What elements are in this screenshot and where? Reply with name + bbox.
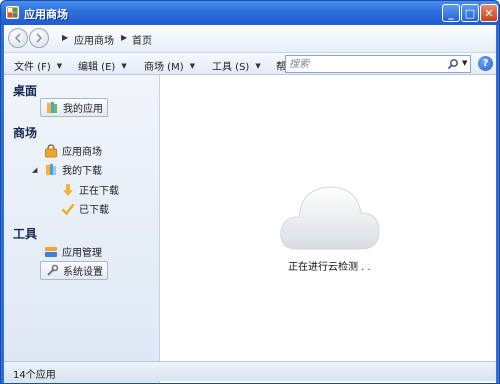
- menu-toolbar: 文件 (F)▼ 编辑 (E)▼ 商场 (M)▼ 工具 (S)▼ 帮 ▼: [4, 53, 496, 75]
- sidebar-item-label: 我的下载: [62, 166, 102, 177]
- forward-arrow-icon: [36, 33, 43, 43]
- wrench-icon: [45, 264, 59, 278]
- section-tools: 工具: [13, 227, 38, 241]
- sidebar-item-downloaded[interactable]: 已下载: [57, 199, 113, 218]
- shopping-bag-icon: [44, 143, 58, 158]
- app-count: 14个应用: [13, 370, 56, 381]
- minimize-button[interactable]: _: [442, 4, 460, 22]
- breadcrumb-home[interactable]: 首页: [132, 32, 152, 47]
- menu-tools-label: 工具 (S): [212, 62, 250, 73]
- cloud-check-status: 正在进行云检测 . .: [288, 262, 371, 273]
- title-bar[interactable]: 应用商场 _ □ ✕: [1, 1, 499, 25]
- app-grid-icon: [6, 6, 19, 19]
- maximize-button[interactable]: □: [461, 4, 479, 22]
- sidebar-item-label: 应用管理: [62, 248, 102, 259]
- search-box[interactable]: ▼: [285, 55, 471, 73]
- breadcrumb-separator-icon: ▶: [121, 33, 128, 42]
- menu-tools[interactable]: 工具 (S) ▼: [212, 58, 261, 74]
- sidebar-item-label: 我的应用: [63, 104, 103, 115]
- chevron-down-icon: ▼: [56, 61, 63, 70]
- sidebar-item-label: 系统设置: [63, 267, 103, 278]
- breadcrumb-store[interactable]: 应用商场: [74, 32, 114, 47]
- sidebar-item-app-manager[interactable]: 应用管理: [40, 242, 106, 261]
- sidebar-item-my-apps[interactable]: 我的应用: [40, 98, 108, 117]
- window-title: 应用商场: [24, 8, 68, 21]
- sidebar: 桌面 我的应用 商场 应用商场 ◢ 我的下载 正在下载 已下载 工具 应用管理 …: [4, 75, 160, 383]
- menu-edit[interactable]: 编辑 (E) ▼: [78, 58, 127, 74]
- app-window: 应用商场 _ □ ✕ ▶ 应用商场 ▶ 首页 文件 (F) ▼ 编辑 (E) ▼…: [0, 0, 500, 384]
- section-store: 商场: [13, 126, 38, 140]
- search-dropdown-icon[interactable]: ▼: [462, 59, 467, 67]
- download-arrow-icon: [61, 183, 75, 197]
- chevron-down-icon: ▼: [121, 61, 127, 70]
- breadcrumb-separator-icon: ▶: [62, 33, 69, 42]
- menu-store-label: 商场 (M): [144, 62, 184, 73]
- menu-file-label: 文件 (F): [14, 62, 51, 73]
- sidebar-item-my-downloads[interactable]: 我的下载: [40, 160, 106, 179]
- back-arrow-icon: [14, 33, 21, 43]
- menu-store[interactable]: 商场 (M) ▼: [144, 58, 195, 74]
- sidebar-item-system-settings[interactable]: 系统设置: [40, 261, 108, 280]
- client-area: ▶ 应用商场 ▶ 首页 文件 (F) ▼ 编辑 (E) ▼ 商场 (M) ▼ 工具 (…: [4, 25, 496, 383]
- app-manager-icon: [44, 245, 58, 259]
- sidebar-item-app-store[interactable]: 应用商场: [40, 141, 106, 160]
- status-bar: 14个应用: [4, 361, 496, 381]
- checkmark-icon: [61, 202, 75, 216]
- address-bar: ▶ 应用商场 ▶ 首页: [4, 25, 496, 53]
- sidebar-item-label: 应用商场: [62, 147, 102, 158]
- chevron-down-icon: ▼: [255, 61, 261, 70]
- menu-edit-label: 编辑 (E): [78, 62, 116, 73]
- help-icon[interactable]: ?: [478, 56, 493, 71]
- section-desktop: 桌面: [13, 84, 38, 98]
- search-input[interactable]: [289, 57, 439, 71]
- tree-expand-icon[interactable]: ◢: [32, 166, 37, 174]
- search-icon[interactable]: [447, 58, 459, 70]
- my-apps-icon: [45, 101, 59, 115]
- back-button[interactable]: [8, 28, 28, 48]
- downloads-folder-icon: [44, 163, 58, 177]
- sidebar-item-label: 正在下载: [79, 186, 119, 197]
- forward-button[interactable]: [29, 28, 49, 48]
- cloud-icon: [275, 173, 385, 259]
- menu-file[interactable]: 文件 (F) ▼: [14, 58, 63, 74]
- sidebar-item-label: 已下载: [79, 205, 109, 216]
- main-content: 正在进行云检测 . .: [160, 75, 496, 383]
- close-button[interactable]: ✕: [480, 4, 498, 22]
- chevron-down-icon: ▼: [189, 61, 195, 70]
- sidebar-item-downloading[interactable]: 正在下载: [57, 180, 123, 199]
